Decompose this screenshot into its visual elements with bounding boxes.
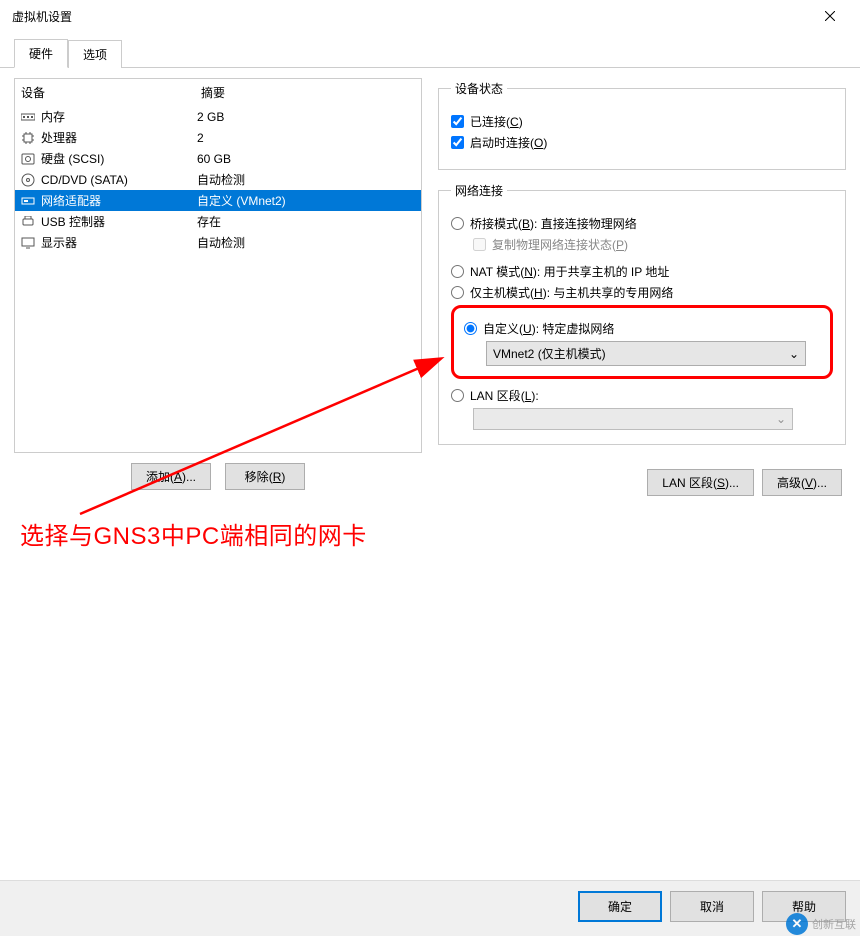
cd-icon <box>19 173 37 187</box>
device-status-group: 设备状态 已连接(C) 启动时连接(O) <box>438 80 846 170</box>
custom-label[interactable]: 自定义(U): 特定虚拟网络 <box>483 320 614 337</box>
memory-icon <box>19 110 37 124</box>
hardware-table: 设备 摘要 内存 2 GB 处理器 2 硬盘 <box>14 78 422 453</box>
hostonly-label[interactable]: 仅主机模式(H): 与主机共享的专用网络 <box>470 284 673 301</box>
device-row-cpu[interactable]: 处理器 2 <box>15 127 421 148</box>
connected-label[interactable]: 已连接(C) <box>470 113 523 130</box>
tab-options[interactable]: 选项 <box>68 40 122 68</box>
device-row-memory[interactable]: 内存 2 GB <box>15 106 421 127</box>
chevron-down-icon: ⌄ <box>776 412 786 426</box>
table-header: 设备 摘要 <box>15 79 421 106</box>
bridged-label[interactable]: 桥接模式(B): 直接连接物理网络 <box>470 215 637 232</box>
footer-bar: 确定 取消 帮助 <box>0 880 860 936</box>
custom-radio[interactable] <box>464 322 477 335</box>
connect-on-power-label[interactable]: 启动时连接(O) <box>470 134 547 151</box>
nat-label[interactable]: NAT 模式(N): 用于共享主机的 IP 地址 <box>470 263 669 280</box>
cancel-button[interactable]: 取消 <box>670 891 754 922</box>
watermark-logo-icon: ✕ <box>786 913 808 935</box>
annotation-highlight-box: 自定义(U): 特定虚拟网络 VMnet2 (仅主机模式) ⌄ <box>451 305 833 379</box>
usb-icon <box>19 215 37 229</box>
lan-segments-button[interactable]: LAN 区段(S)... <box>647 469 754 496</box>
nat-radio[interactable] <box>451 265 464 278</box>
custom-network-select[interactable]: VMnet2 (仅主机模式) ⌄ <box>486 341 806 366</box>
ok-button[interactable]: 确定 <box>578 891 662 922</box>
column-device[interactable]: 设备 <box>15 79 195 106</box>
device-status-legend: 设备状态 <box>451 80 507 97</box>
close-icon <box>825 11 835 21</box>
title-bar: 虚拟机设置 <box>0 0 860 32</box>
hostonly-radio[interactable] <box>451 286 464 299</box>
watermark: ✕ 创新互联 <box>786 913 856 935</box>
network-icon <box>19 194 37 208</box>
tab-bar: 硬件 选项 <box>0 32 860 68</box>
remove-button[interactable]: 移除(R) <box>225 463 305 490</box>
device-row-cddvd[interactable]: CD/DVD (SATA) 自动检测 <box>15 169 421 190</box>
replicate-label: 复制物理网络连接状态(P) <box>492 236 628 253</box>
cpu-icon <box>19 131 37 145</box>
window-title: 虚拟机设置 <box>10 8 72 25</box>
device-row-disk[interactable]: 硬盘 (SCSI) 60 GB <box>15 148 421 169</box>
display-icon <box>19 236 37 250</box>
device-row-usb[interactable]: USB 控制器 存在 <box>15 211 421 232</box>
column-summary[interactable]: 摘要 <box>195 79 421 106</box>
network-connection-group: 网络连接 桥接模式(B): 直接连接物理网络 复制物理网络连接状态(P) NAT… <box>438 182 846 445</box>
add-button[interactable]: 添加(A)... <box>131 463 211 490</box>
bridged-radio[interactable] <box>451 217 464 230</box>
lan-segment-select: ⌄ <box>473 408 793 430</box>
tab-hardware[interactable]: 硬件 <box>14 39 68 68</box>
device-row-network[interactable]: 网络适配器 自定义 (VMnet2) <box>15 190 421 211</box>
chevron-down-icon: ⌄ <box>789 347 799 361</box>
close-button[interactable] <box>810 1 850 31</box>
disk-icon <box>19 152 37 166</box>
connect-on-power-checkbox[interactable] <box>451 136 464 149</box>
annotation-text: 选择与GNS3中PC端相同的网卡 <box>20 516 367 551</box>
lan-segment-label[interactable]: LAN 区段(L): <box>470 387 539 404</box>
lan-segment-radio[interactable] <box>451 389 464 402</box>
replicate-checkbox <box>473 238 486 251</box>
network-connection-legend: 网络连接 <box>451 182 507 199</box>
device-row-display[interactable]: 显示器 自动检测 <box>15 232 421 253</box>
advanced-button[interactable]: 高级(V)... <box>762 469 842 496</box>
connected-checkbox[interactable] <box>451 115 464 128</box>
